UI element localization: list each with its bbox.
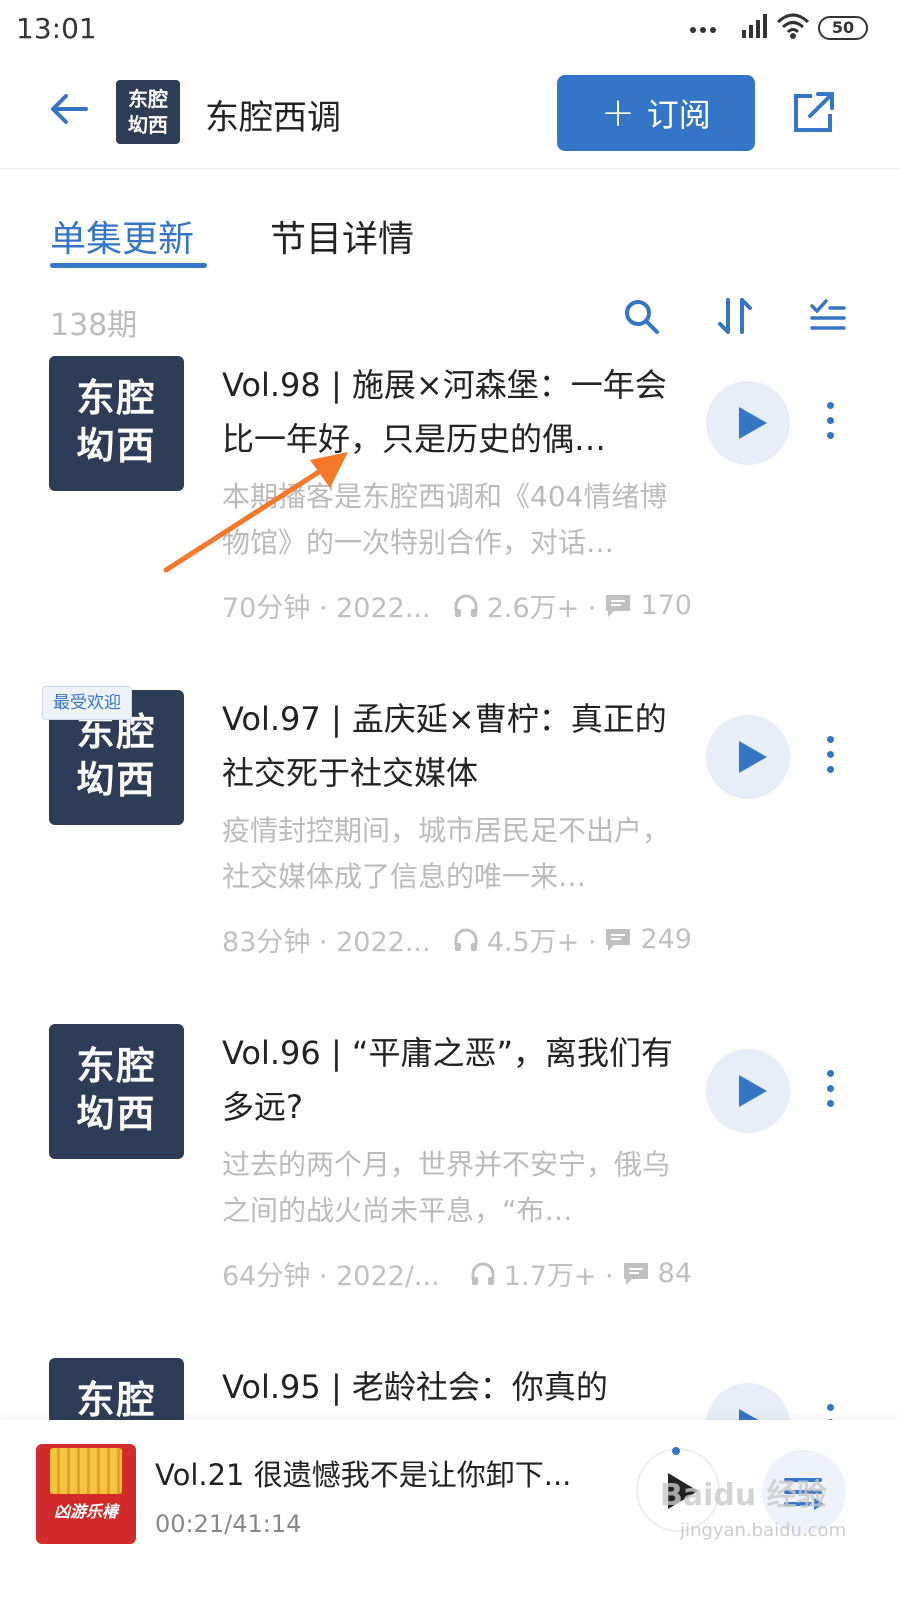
episode-description: 疫情封控期间，城市居民足不出户，社交媒体成了信息的唯一来…	[222, 814, 671, 893]
episode-plays: 2.6万+ ·	[486, 593, 597, 624]
more-vertical-icon[interactable]	[818, 1070, 842, 1110]
wifi-icon	[776, 13, 810, 39]
play-button[interactable]	[706, 1049, 790, 1133]
comment-icon	[623, 1262, 648, 1285]
subscribe-button[interactable]: + 订阅	[557, 75, 755, 151]
list-item-episode[interactable]: 东腔 㘭西 最受欢迎 Vol.97 | 孟庆延×曹柠：真正的社交死于社交媒体 疫…	[0, 686, 900, 1024]
watermark: Baidu 经验	[660, 1478, 827, 1513]
watermark-url: jingyan.baidu.com	[680, 1520, 847, 1541]
episode-comments: 170	[640, 590, 692, 621]
more-dots-icon	[690, 18, 720, 37]
signal-icon	[742, 14, 767, 38]
episode-description: 过去的两个月，世界并不安宁，俄乌之间的战火尚未平息，“布…	[222, 1148, 671, 1227]
back-arrow-icon[interactable]	[48, 88, 90, 130]
episode-cover: 东腔 㘭西	[49, 1358, 184, 1420]
app-header: 东腔 㘭西 东腔西调 + 订阅	[0, 62, 900, 169]
episode-title[interactable]: Vol.95 | 老龄社会：你真的	[222, 1360, 692, 1420]
status-bar: 13:01 50	[0, 0, 900, 62]
now-playing-time: 00:21/41:14	[155, 1510, 302, 1538]
now-playing-title: Vol.21 很遗憾我不是让你卸下...	[155, 1458, 572, 1492]
cover-line-2: 㘭西	[76, 1091, 157, 1136]
plus-icon: +	[601, 90, 635, 136]
logo-line-1: 东腔	[128, 87, 168, 111]
cover-line-2: 㘭西	[76, 757, 157, 802]
episode-plays: 1.7万+ ·	[503, 1261, 614, 1292]
share-icon[interactable]	[790, 90, 836, 136]
batch-select-icon[interactable]	[808, 296, 848, 336]
episode-cover: 东腔 㘭西	[49, 1024, 184, 1159]
comment-icon	[606, 594, 631, 617]
search-icon[interactable]	[621, 296, 661, 336]
status-time: 13:01	[16, 12, 97, 45]
play-button[interactable]	[706, 1383, 790, 1420]
tab-details[interactable]: 节目详情	[270, 210, 414, 262]
sort-icon[interactable]	[715, 296, 755, 336]
list-item-episode[interactable]: 东腔 㘭西 Vol.96 | “平庸之恶”，离我们有多远? 过去的两个月，世界并…	[0, 1024, 900, 1358]
headphones-icon	[454, 594, 478, 617]
cover-text: 凶游乐椿	[53, 1502, 118, 1521]
headphones-icon	[471, 1262, 495, 1285]
now-playing-cover: 凶游乐椿	[36, 1444, 136, 1544]
subscribe-label: 订阅	[646, 96, 711, 134]
episode-meta: 64分钟 · 2022/... 1.7万+ · 84	[222, 1254, 692, 1293]
progress-indicator	[672, 1447, 680, 1455]
more-vertical-icon[interactable]	[818, 736, 842, 776]
episode-comments: 249	[640, 924, 692, 955]
list-item-episode[interactable]: 东腔 㘭西 Vol.95 | 老龄社会：你真的	[0, 1358, 900, 1420]
play-button[interactable]	[706, 381, 790, 465]
list-item-episode[interactable]: 东腔 㘭西 Vol.98 | 施展×河森堡：一年会比一年好，只是历史的偶… 本期…	[0, 356, 900, 690]
more-vertical-icon[interactable]	[818, 1404, 842, 1420]
episode-comments: 84	[657, 1258, 692, 1289]
fries-image	[50, 1448, 122, 1494]
episode-duration-date: 70分钟 · 2022...	[222, 593, 431, 624]
tab-episodes[interactable]: 单集更新	[50, 210, 194, 262]
cover-line-1: 东腔	[76, 375, 157, 420]
annotation-arrow-icon	[163, 452, 348, 573]
episode-title[interactable]: Vol.97 | 孟庆延×曹柠：真正的社交死于社交媒体	[222, 692, 692, 800]
headphones-icon	[454, 928, 478, 951]
active-tab-underline	[50, 263, 207, 268]
podcast-title: 东腔西调	[205, 98, 341, 138]
battery-indicator: 50	[818, 16, 868, 40]
popular-badge: 最受欢迎	[42, 686, 132, 720]
episode-title[interactable]: Vol.96 | “平庸之恶”，离我们有多远?	[222, 1026, 692, 1134]
episode-meta: 70分钟 · 2022... 2.6万+ · 170	[222, 586, 692, 625]
more-vertical-icon[interactable]	[818, 402, 842, 442]
episode-count: 138期	[50, 308, 138, 343]
podcast-logo: 东腔 㘭西	[116, 80, 180, 144]
episode-duration-date: 83分钟 · 2022...	[222, 927, 431, 958]
play-button[interactable]	[706, 715, 790, 799]
logo-line-2: 㘭西	[128, 113, 168, 137]
episode-plays: 4.5万+ ·	[486, 927, 597, 958]
cover-line-1: 东腔	[76, 1377, 157, 1420]
episode-meta: 83分钟 · 2022... 4.5万+ · 249	[222, 920, 692, 959]
comment-icon	[606, 928, 631, 951]
episode-duration-date: 64分钟 · 2022/...	[222, 1261, 440, 1292]
cover-line-1: 东腔	[76, 1043, 157, 1088]
